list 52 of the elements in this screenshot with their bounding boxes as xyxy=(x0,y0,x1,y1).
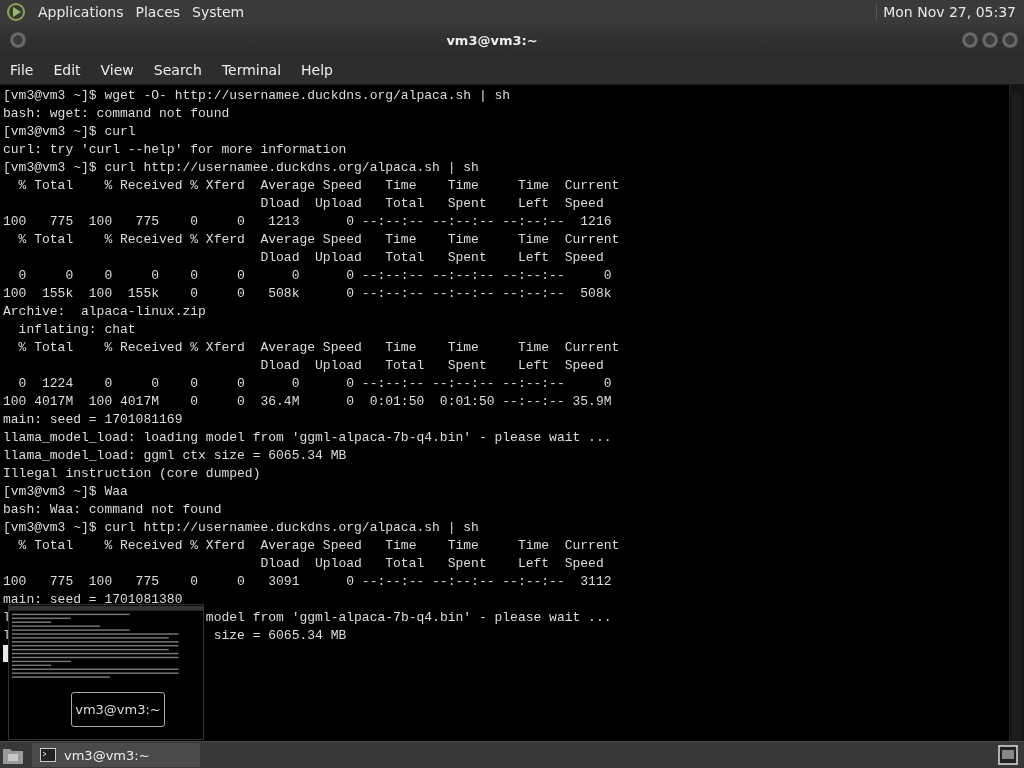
terminal-line: inflating: chat xyxy=(17,321,136,339)
clock[interactable]: Mon Nov 27, 05:37 xyxy=(876,4,1016,20)
terminal-line: % Total % Received % Xferd Average Speed Time Time Time Current xyxy=(17,177,620,195)
panel-menu[interactable]: Places xyxy=(135,4,181,20)
workspace-icon[interactable] xyxy=(998,745,1018,765)
terminal-line: 0 1224 0 0 0 0 0 0 --:--:-- --:--:-- --:--:-- 0 xyxy=(17,375,612,393)
panel-menu[interactable]: Applications xyxy=(38,4,124,20)
terminal-line: size = 6065.34 MB xyxy=(212,627,347,645)
terminal-line: 0 0 0 0 0 0 0 0 --:--:-- --:--:-- --:--:-- 0 xyxy=(17,267,612,285)
terminal-line: Illegal instruction (core dumped) xyxy=(3,465,261,483)
terminal-line: Dload Upload Total Spent Left Speed xyxy=(259,195,604,213)
terminal-line: % Total % Received % Xferd Average Speed Time Time Time Current xyxy=(17,231,620,249)
terminal-line: model from 'ggml-alpaca-7b-q4.bin' - please wait ... xyxy=(204,609,612,627)
menu-item[interactable]: File xyxy=(10,62,44,78)
terminal-line: bash: wget: command not found xyxy=(3,105,230,123)
terminal-line: llama_model_load: loading model from 'ggml-alpaca-7b-q4.bin' - please wait ... xyxy=(3,429,612,447)
terminal-line: main: seed = 1701081169 xyxy=(3,411,183,429)
close-button[interactable] xyxy=(1002,32,1018,48)
terminal-line: curl: try 'curl --help' for more information xyxy=(3,141,347,159)
terminal-line: [vm3@vm3 ~]$ curl http://usernamee.duckdns.org/alpaca.sh | sh xyxy=(3,519,479,537)
menu-item[interactable]: Help xyxy=(301,62,343,78)
window-menu-button[interactable] xyxy=(10,32,26,48)
minimize-button[interactable] xyxy=(962,32,978,48)
terminal-line: bash: Waa: command not found xyxy=(3,501,222,519)
preview-label: vm3@vm3:~ xyxy=(71,692,165,727)
terminal-line: [vm3@vm3 ~]$ curl http://usernamee.duckdns.org/alpaca.sh | sh xyxy=(3,159,479,177)
terminal-line: [vm3@vm3 ~]$ Waa xyxy=(3,483,128,501)
menu-item[interactable]: Terminal xyxy=(221,62,292,78)
taskbar-task[interactable]: vm3@vm3:~ xyxy=(32,743,200,767)
terminal-line: [vm3@vm3 ~]$ wget -O- http://usernamee.duckdns.org/alpaca.sh | sh xyxy=(3,87,511,105)
terminal-line: % Total % Received % Xferd Average Speed Time Time Time Current xyxy=(17,339,620,357)
window-preview[interactable]: vm3@vm3:~ xyxy=(8,604,204,740)
menu-item[interactable]: Edit xyxy=(53,62,91,78)
window-title: vm3@vm3:~ xyxy=(445,32,539,48)
scrollbar[interactable] xyxy=(1009,85,1024,741)
terminal-line: 100 4017M 100 4017M 0 0 36.4M 0 0:01:50 0:01:50 --:--:-- 35.9M xyxy=(3,393,612,411)
terminal-line: 100 775 100 775 0 0 1213 0 --:--:-- --:--:-- --:--:-- 1216 xyxy=(3,213,612,231)
panel-menu[interactable]: System xyxy=(192,4,245,20)
terminal-line: Archive: alpaca-linux.zip xyxy=(3,303,206,321)
terminal-line: Dload Upload Total Spent Left Speed xyxy=(259,357,604,375)
terminal-line: 100 155k 100 155k 0 0 508k 0 --:--:-- --:--:-- --:--:-- 508k xyxy=(3,285,612,303)
terminal-icon xyxy=(40,748,56,762)
terminal-line: 100 775 100 775 0 0 3091 0 --:--:-- --:--:-- --:--:-- 3112 xyxy=(3,573,612,591)
terminal-line: llama_model_load: ggml ctx size = 6065.34 MB xyxy=(3,447,347,465)
logo-icon xyxy=(6,2,26,22)
menu-item[interactable]: Search xyxy=(153,62,212,78)
maximize-button[interactable] xyxy=(982,32,998,48)
terminal-line: % Total % Received % Xferd Average Speed Time Time Time Current xyxy=(17,537,620,555)
terminal-line: [vm3@vm3 ~]$ curl xyxy=(3,123,136,141)
menu-item[interactable]: View xyxy=(100,62,144,78)
terminal-line: Dload Upload Total Spent Left Speed xyxy=(259,249,604,267)
terminal-line: Dload Upload Total Spent Left Speed xyxy=(259,555,604,573)
